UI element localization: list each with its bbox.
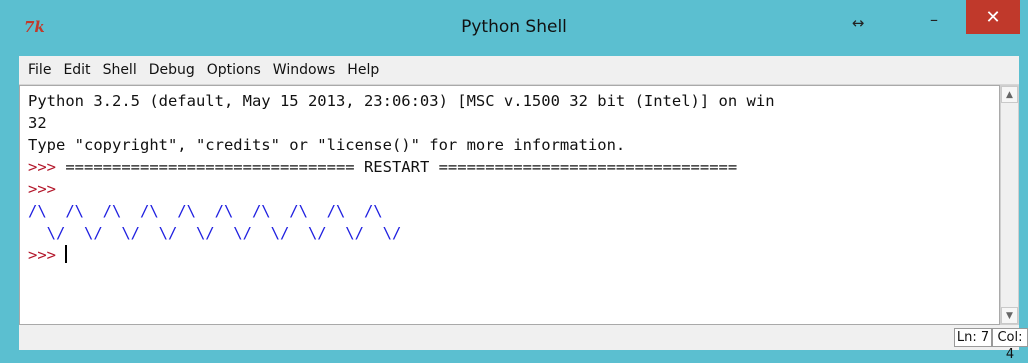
status-line-number: Ln: 7: [954, 328, 992, 347]
menu-debug[interactable]: Debug: [143, 56, 201, 84]
shell-line: >>> =============================== REST…: [28, 156, 737, 178]
title-bar[interactable]: 7k Python Shell ↔ – ☐ ✕: [0, 0, 1028, 56]
menu-file[interactable]: File: [19, 56, 57, 84]
shell-line: Python 3.2.5 (default, May 15 2013, 23:0…: [28, 90, 775, 112]
menu-bar: File Edit Shell Debug Options Windows He…: [19, 56, 1019, 85]
shell-line: Type "copyright", "credits" or "license(…: [28, 134, 625, 156]
menu-options[interactable]: Options: [201, 56, 267, 84]
line-text: \/ \/ \/ \/ \/ \/ \/ \/ \/ \/: [28, 224, 402, 242]
menu-edit[interactable]: Edit: [57, 56, 96, 84]
status-column-number: Col: 4: [992, 328, 1028, 362]
menu-windows[interactable]: Windows: [267, 56, 342, 84]
shell-input-line[interactable]: >>>: [28, 244, 68, 266]
prompt-marker: >>>: [28, 180, 56, 198]
text-cursor: [65, 245, 68, 263]
output-line-zigzag-top: /\ /\ /\ /\ /\ /\ /\ /\ /\ /\: [28, 200, 383, 222]
output-line-zigzag-bottom: \/ \/ \/ \/ \/ \/ \/ \/ \/ \/: [28, 222, 402, 244]
restart-banner: =============================== RESTART …: [56, 158, 738, 176]
scroll-down-arrow-icon[interactable]: ▼: [1001, 307, 1018, 324]
line-text: 32: [28, 114, 47, 132]
vertical-scrollbar[interactable]: ▲ ▼: [1000, 85, 1019, 325]
python-shell-window: 7k Python Shell ↔ – ☐ ✕ File Edit Shell …: [0, 0, 1028, 362]
line-text: Type "copyright", "credits" or "license(…: [28, 136, 626, 154]
prompt-marker: >>>: [28, 246, 56, 264]
prompt-marker: >>>: [28, 158, 56, 176]
menu-shell[interactable]: Shell: [97, 56, 143, 84]
shell-line: >>>: [28, 178, 56, 200]
resize-icon[interactable]: ↔: [838, 6, 878, 40]
shell-line: 32: [28, 112, 47, 134]
status-bar: Ln: 7 Col: 4: [19, 325, 1028, 362]
line-text: Python 3.2.5 (default, May 15 2013, 23:0…: [28, 92, 775, 110]
scroll-up-arrow-icon[interactable]: ▲: [1001, 86, 1018, 103]
menu-help[interactable]: Help: [341, 56, 385, 84]
line-text: /\ /\ /\ /\ /\ /\ /\ /\ /\ /\: [28, 202, 383, 220]
minimize-button[interactable]: –: [914, 2, 954, 36]
line-text: [56, 246, 65, 264]
close-button[interactable]: ✕: [966, 0, 1020, 34]
shell-text-area[interactable]: Python 3.2.5 (default, May 15 2013, 23:0…: [19, 85, 1000, 325]
